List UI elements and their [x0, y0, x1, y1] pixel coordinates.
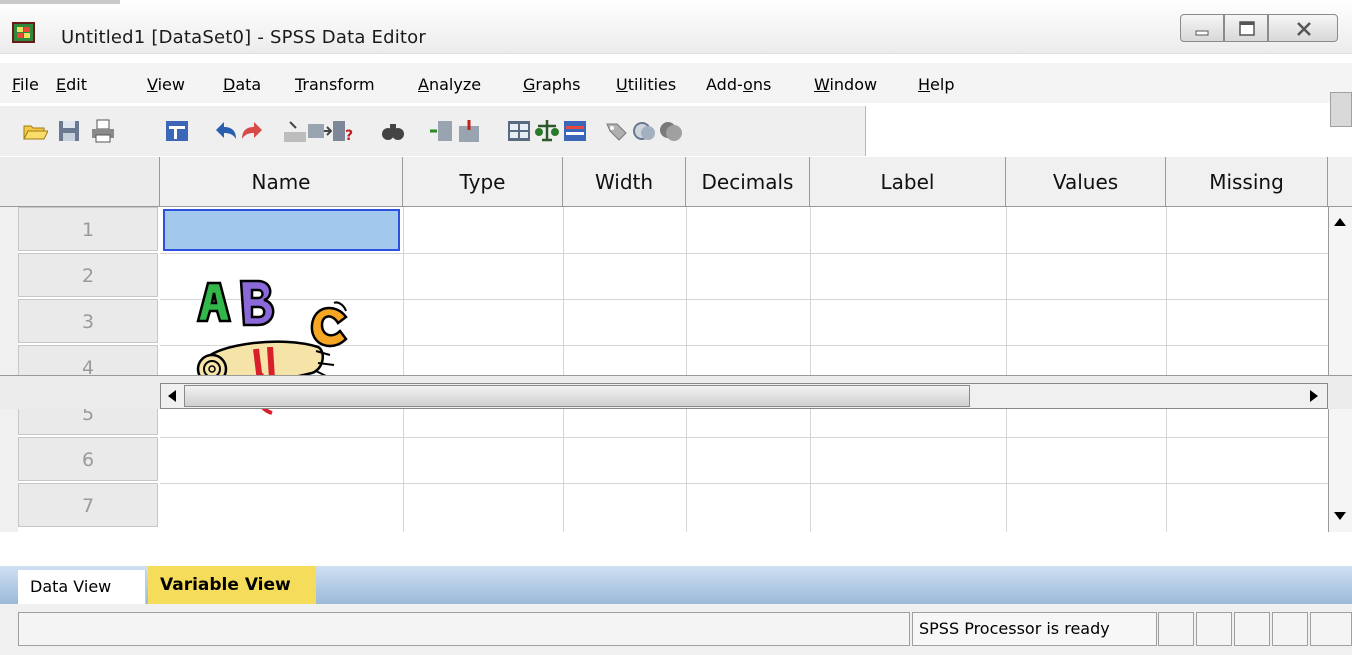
window-controls: [1180, 14, 1340, 44]
menu-add-ons[interactable]: Add-ons: [706, 75, 771, 94]
status-cell: [1158, 612, 1194, 646]
find-icon[interactable]: [380, 118, 406, 144]
insert-variable-icon[interactable]: [456, 118, 482, 144]
column-divider: [686, 207, 687, 532]
redo-icon[interactable]: [240, 118, 266, 144]
spss-grid-icon: [12, 22, 35, 43]
column-header-decimals[interactable]: Decimals: [686, 157, 810, 207]
title-bar-accent: [0, 0, 120, 4]
selected-cell-name-row-1[interactable]: [163, 209, 400, 251]
column-divider: [1166, 207, 1167, 532]
toolbar: ?: [0, 106, 866, 156]
insert-cases-icon[interactable]: [428, 118, 454, 144]
close-icon: [1297, 22, 1311, 36]
menu-utilities[interactable]: Utilities: [616, 75, 676, 94]
column-divider: [1006, 207, 1007, 532]
row-divider: [160, 437, 1328, 438]
column-header-missing[interactable]: Missing: [1166, 157, 1328, 207]
row-divider: [160, 483, 1328, 484]
menu-data[interactable]: Data: [223, 75, 261, 94]
row-divider: [160, 253, 1328, 254]
restore-icon: [1239, 21, 1255, 36]
save-icon[interactable]: [56, 118, 82, 144]
variables-icon[interactable]: ?: [330, 118, 356, 144]
menu-window[interactable]: Window: [814, 75, 877, 94]
use-sets-icon[interactable]: [632, 118, 658, 144]
column-header-values[interactable]: Values: [1006, 157, 1166, 207]
maximize-button[interactable]: [1224, 14, 1268, 42]
menu-bar: File Edit View Data Transform Analyze Gr…: [0, 63, 1352, 103]
menu-edit[interactable]: Edit: [56, 75, 87, 94]
menu-help[interactable]: Help: [918, 75, 954, 94]
menu-file[interactable]: File: [12, 75, 39, 94]
split-file-icon[interactable]: [506, 118, 532, 144]
select-cases-icon[interactable]: [562, 118, 588, 144]
processor-status: SPSS Processor is ready: [912, 612, 1157, 646]
menu-view[interactable]: View: [147, 75, 185, 94]
status-cell: [1310, 612, 1352, 646]
row-header[interactable]: 6: [18, 437, 158, 481]
row-header[interactable]: 1: [18, 207, 158, 251]
horizontal-scroll-thumb[interactable]: [184, 385, 970, 407]
status-cell: [1234, 612, 1270, 646]
column-divider: [563, 207, 564, 532]
menu-analyze[interactable]: Analyze: [418, 75, 481, 94]
vertical-scrollbar[interactable]: [1328, 207, 1352, 532]
close-button[interactable]: [1268, 14, 1338, 42]
column-divider: [403, 207, 404, 532]
column-divider: [810, 207, 811, 532]
tab-variable-view[interactable]: Variable View: [148, 566, 316, 604]
status-cell: [1272, 612, 1308, 646]
column-header-label[interactable]: Label: [810, 157, 1006, 207]
scroll-right-icon[interactable]: [1307, 388, 1321, 404]
window-title: Untitled1 [DataSet0] - SPSS Data Editor: [61, 27, 426, 48]
goto-variable-icon[interactable]: [306, 118, 332, 144]
row-header[interactable]: 2: [18, 253, 158, 297]
minimize-button[interactable]: [1180, 14, 1224, 42]
row-header-strip: [0, 207, 18, 532]
print-icon[interactable]: [90, 118, 116, 144]
column-header-type[interactable]: Type: [403, 157, 563, 207]
minimize-icon: [1195, 30, 1209, 36]
scroll-up-icon[interactable]: [1333, 215, 1347, 227]
open-folder-icon[interactable]: [22, 118, 48, 144]
dialog-recall-icon[interactable]: [164, 118, 190, 144]
column-header-filler: [1328, 157, 1352, 207]
column-header-name[interactable]: Name: [160, 157, 403, 207]
show-all-variables-icon[interactable]: [658, 118, 684, 144]
menu-graphs[interactable]: Graphs: [523, 75, 580, 94]
status-message-area: [18, 612, 910, 646]
variable-grid: Name Type Width Decimals Label Values Mi…: [0, 157, 1352, 566]
corner-header[interactable]: [0, 157, 160, 207]
scroll-down-icon[interactable]: [1333, 509, 1347, 521]
column-header-width[interactable]: Width: [563, 157, 686, 207]
value-labels-icon[interactable]: [604, 118, 630, 144]
svg-text:?: ?: [345, 128, 353, 144]
scroll-left-icon[interactable]: [165, 388, 179, 404]
goto-case-icon[interactable]: [282, 118, 308, 144]
vertical-scroll-thumb[interactable]: [1330, 92, 1352, 127]
title-bar: Untitled1 [DataSet0] - SPSS Data Editor: [0, 0, 1352, 54]
status-cell: [1196, 612, 1232, 646]
undo-icon[interactable]: [212, 118, 238, 144]
menu-transform[interactable]: Transform: [295, 75, 375, 94]
tab-data-view[interactable]: Data View: [18, 570, 146, 604]
row-header[interactable]: 3: [18, 299, 158, 343]
toolbar-empty-area: [866, 106, 1352, 156]
weight-cases-icon[interactable]: [534, 118, 560, 144]
row-header[interactable]: 7: [18, 483, 158, 527]
